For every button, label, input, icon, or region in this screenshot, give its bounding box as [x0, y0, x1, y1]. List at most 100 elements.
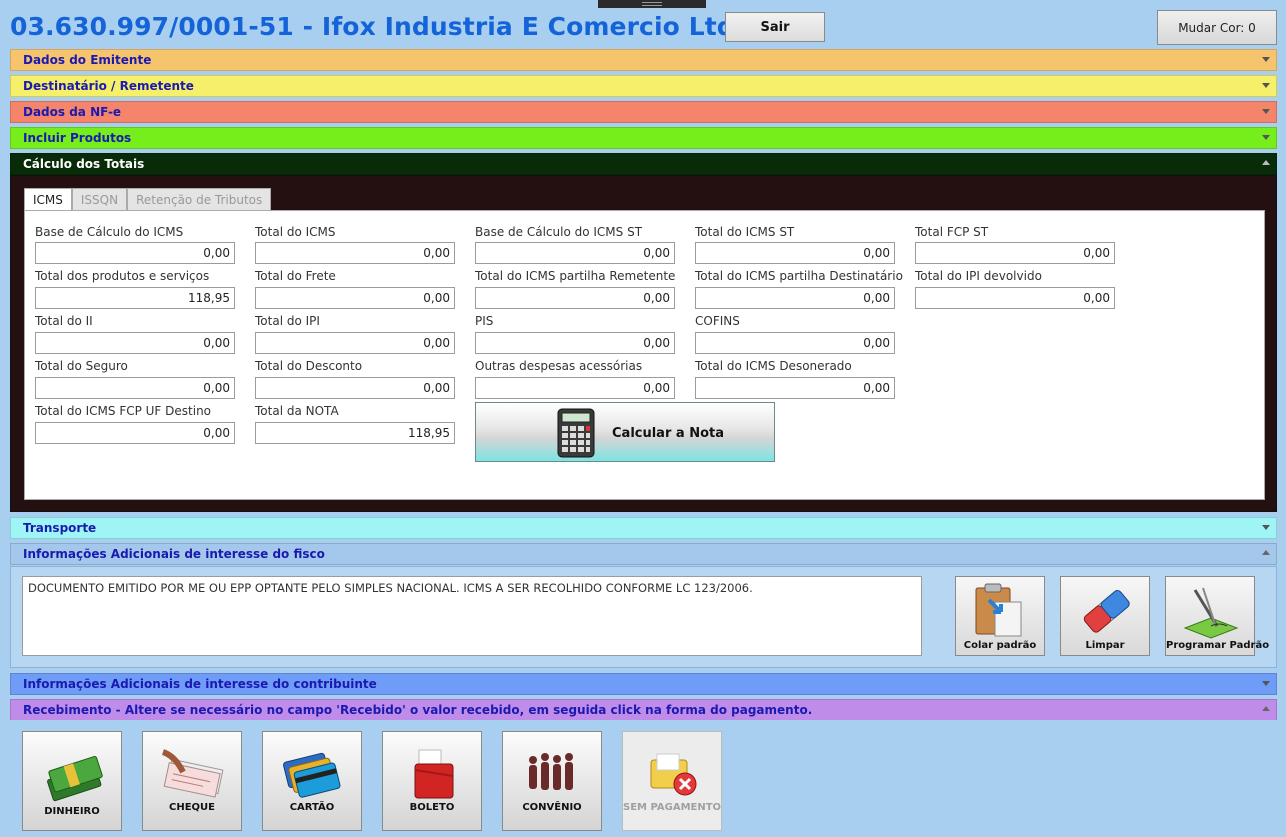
- section-info-fisco-label: Informações Adicionais de interesse do f…: [23, 547, 325, 561]
- section-transporte[interactable]: Transporte: [10, 517, 1277, 539]
- colar-padrao-label: Colar padrão: [963, 640, 1037, 651]
- icms-partilha-rem-label: Total do ICMS partilha Remetente: [475, 269, 676, 283]
- pagamento-boleto-button[interactable]: BOLETO: [382, 731, 482, 831]
- icms-partilha-dest-label: Total do ICMS partilha Destinatário: [695, 269, 903, 283]
- section-recebimento-label: Recebimento - Altere se necessário no ca…: [23, 703, 813, 717]
- base-icms-label: Base de Cálculo do ICMS: [35, 225, 184, 239]
- total-produtos-label: Total dos produtos e serviços: [35, 269, 210, 283]
- section-emitente-label: Dados do Emitente: [23, 53, 152, 67]
- section-produtos-label: Incluir Produtos: [23, 131, 132, 145]
- cartao-label: CARTÃO: [289, 802, 335, 813]
- section-recebimento[interactable]: Recebimento - Altere se necessário no ca…: [10, 699, 1277, 721]
- icms-partilha-rem-input[interactable]: 0,00: [475, 287, 675, 309]
- expand-icon: [1262, 57, 1270, 62]
- collapse-icon: [1262, 160, 1270, 165]
- programar-pen-icon: [1183, 587, 1239, 639]
- tab-icms[interactable]: ICMS: [24, 188, 72, 211]
- company-title: 03.630.997/0001-51 - Ifox Industria E Co…: [10, 12, 803, 41]
- convenio-label: CONVÊNIO: [522, 802, 582, 813]
- pis-label: PIS: [475, 314, 494, 328]
- icms-desonerado-input[interactable]: 0,00: [695, 377, 895, 399]
- mudar-cor-button[interactable]: Mudar Cor: 0: [1157, 10, 1277, 45]
- pagamento-dinheiro-button[interactable]: DINHEIRO: [22, 731, 122, 831]
- colar-padrao-button[interactable]: Colar padrão: [955, 576, 1045, 656]
- total-ii-input[interactable]: 0,00: [35, 332, 235, 354]
- base-icms-st-input[interactable]: 0,00: [475, 242, 675, 264]
- icms-fcp-uf-input[interactable]: 0,00: [35, 422, 235, 444]
- sem-pagamento-label: SEM PAGAMENTO: [623, 802, 722, 813]
- collapse-icon: [1262, 706, 1270, 711]
- total-nota-input[interactable]: 118,95: [255, 422, 455, 444]
- total-seguro-input[interactable]: 0,00: [35, 377, 235, 399]
- section-emitente[interactable]: Dados do Emitente: [10, 49, 1277, 71]
- window-drag-grip[interactable]: [598, 0, 706, 8]
- base-icms-input[interactable]: 0,00: [35, 242, 235, 264]
- expand-icon: [1262, 135, 1270, 140]
- pagamento-cheque-button[interactable]: CHEQUE: [142, 731, 242, 831]
- total-desconto-label: Total do Desconto: [255, 359, 363, 373]
- base-icms-st-label: Base de Cálculo do ICMS ST: [475, 225, 643, 239]
- total-frete-label: Total do Frete: [255, 269, 336, 283]
- outras-despesas-label: Outras despesas acessórias: [475, 359, 643, 373]
- total-fcp-st-label: Total FCP ST: [915, 225, 989, 239]
- icms-fcp-uf-label: Total do ICMS FCP UF Destino: [35, 404, 212, 418]
- pagamento-convenio-button[interactable]: CONVÊNIO: [502, 731, 602, 831]
- pagamento-sem-pagamento-button[interactable]: SEM PAGAMENTO: [622, 731, 722, 831]
- sair-button[interactable]: Sair: [725, 12, 825, 42]
- total-desconto-input[interactable]: 0,00: [255, 377, 455, 399]
- boleto-label: BOLETO: [409, 802, 455, 813]
- boleto-folder-icon: [414, 749, 454, 799]
- ipi-devolvido-input[interactable]: 0,00: [915, 287, 1115, 309]
- total-icms-label: Total do ICMS: [255, 225, 336, 239]
- pis-input[interactable]: 0,00: [475, 332, 675, 354]
- total-seguro-label: Total do Seguro: [35, 359, 128, 373]
- cofins-input[interactable]: 0,00: [695, 332, 895, 354]
- total-frete-input[interactable]: 0,00: [255, 287, 455, 309]
- total-ipi-input[interactable]: 0,00: [255, 332, 455, 354]
- total-produtos-input[interactable]: 118,95: [35, 287, 235, 309]
- total-ii-label: Total do II: [35, 314, 93, 328]
- programar-padrao-button[interactable]: Programar Padrão: [1165, 576, 1270, 656]
- money-icon: [47, 755, 103, 802]
- info-fisco-textbox[interactable]: DOCUMENTO EMITIDO POR ME OU EPP OPTANTE …: [22, 576, 922, 656]
- section-produtos[interactable]: Incluir Produtos: [10, 127, 1277, 149]
- section-info-contribuinte-label: Informações Adicionais de interesse do c…: [23, 677, 377, 691]
- collapse-icon: [1262, 550, 1270, 555]
- section-totais[interactable]: Cálculo dos Totais: [10, 153, 1277, 175]
- dinheiro-label: DINHEIRO: [44, 806, 100, 817]
- total-icms-st-label: Total do ICMS ST: [695, 225, 795, 239]
- outras-despesas-input[interactable]: 0,00: [475, 377, 675, 399]
- section-info-fisco[interactable]: Informações Adicionais de interesse do f…: [10, 543, 1277, 565]
- credit-card-icon: [283, 752, 341, 798]
- expand-icon: [1262, 681, 1270, 686]
- limpar-button[interactable]: Limpar: [1060, 576, 1150, 656]
- paste-clipboard-icon: [975, 583, 1022, 637]
- icms-partilha-dest-input[interactable]: 0,00: [695, 287, 895, 309]
- expand-icon: [1262, 525, 1270, 530]
- section-totais-label: Cálculo dos Totais: [23, 157, 145, 171]
- limpar-label: Limpar: [1085, 640, 1125, 651]
- total-icms-st-input[interactable]: 0,00: [695, 242, 895, 264]
- total-ipi-label: Total do IPI: [255, 314, 320, 328]
- total-nota-label: Total da NOTA: [255, 404, 339, 418]
- total-fcp-st-input[interactable]: 0,00: [915, 242, 1115, 264]
- tab-issqn[interactable]: ISSQN: [71, 188, 128, 210]
- eraser-icon: [1083, 590, 1130, 633]
- section-transporte-label: Transporte: [23, 521, 97, 535]
- section-destinatario[interactable]: Destinatário / Remetente: [10, 75, 1277, 97]
- calcular-nota-label: Calcular a Nota: [612, 426, 724, 441]
- cheque-label: CHEQUE: [169, 802, 215, 813]
- section-nfe[interactable]: Dados da NF-e: [10, 101, 1277, 123]
- cofins-label: COFINS: [695, 314, 740, 328]
- programar-padrao-label: Programar Padrão: [1166, 640, 1270, 651]
- convenio-people-icon: [529, 753, 573, 790]
- section-destinatario-label: Destinatário / Remetente: [23, 79, 194, 93]
- expand-icon: [1262, 83, 1270, 88]
- calcular-nota-button[interactable]: Calcular a Nota: [475, 402, 775, 462]
- pagamento-cartao-button[interactable]: CARTÃO: [262, 731, 362, 831]
- section-info-contribuinte[interactable]: Informações Adicionais de interesse do c…: [10, 673, 1277, 695]
- total-icms-input[interactable]: 0,00: [255, 242, 455, 264]
- totais-tabs: ICMS ISSQN Retenção de Tributos: [24, 188, 272, 211]
- icms-desonerado-label: Total do ICMS Desonerado: [695, 359, 852, 373]
- tab-retencao[interactable]: Retenção de Tributos: [127, 188, 272, 210]
